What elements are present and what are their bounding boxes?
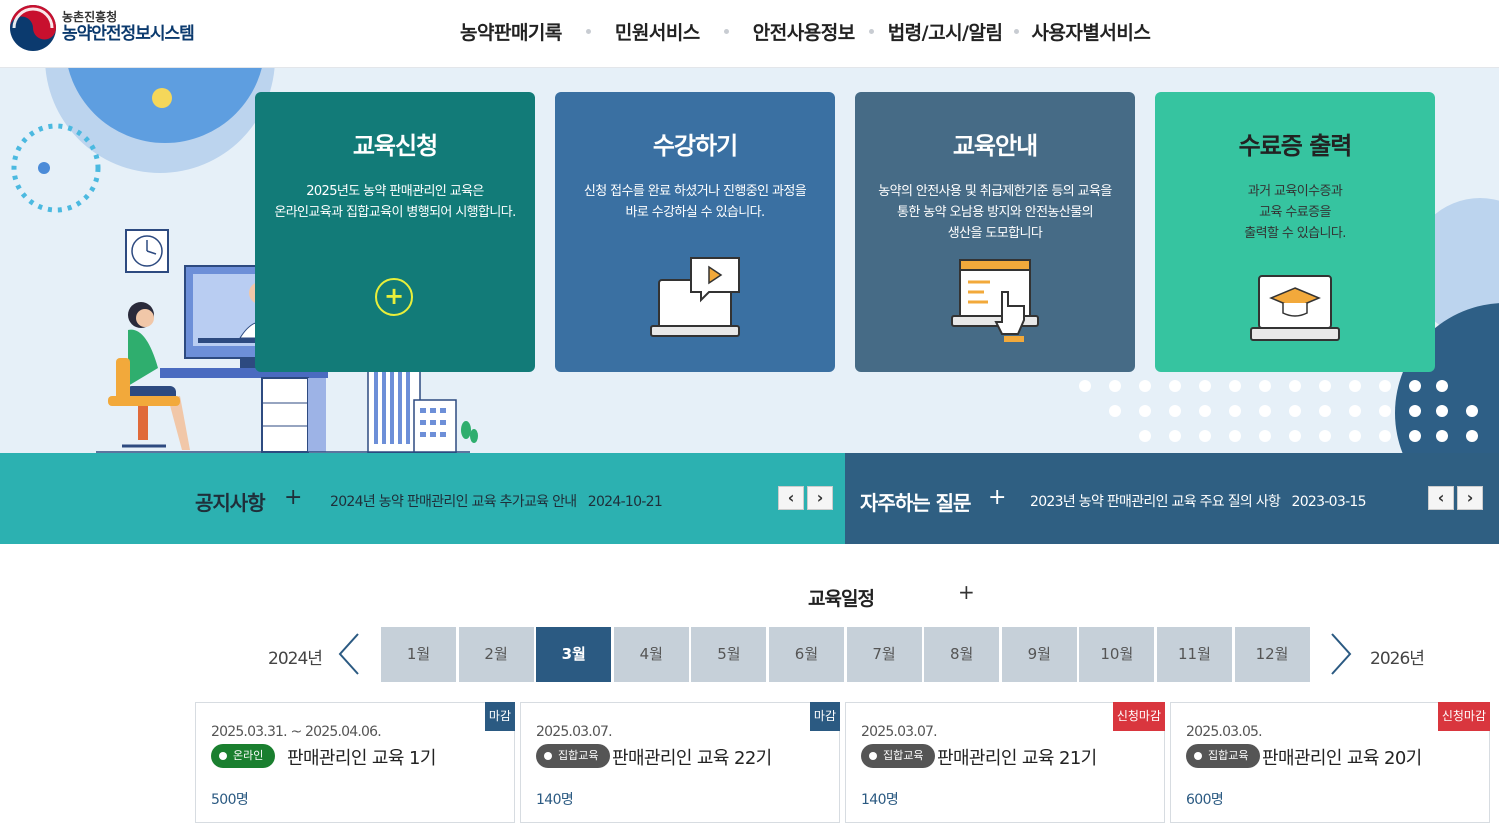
event-date: 2025.03.05. — [1186, 724, 1263, 740]
card-title: 수료증 출력 — [1238, 132, 1353, 160]
month-tab-5[interactable]: 5월 — [691, 627, 767, 682]
month-tab-8[interactable]: 8월 — [924, 627, 1000, 682]
event-card[interactable]: 마감 2025.03.07. 집합교육 판매관리인 교육 22기 140명 — [520, 702, 840, 823]
faq-title: 자주하는 질문 — [860, 491, 971, 515]
event-name: 판매관리인 교육 21기 — [937, 748, 1097, 769]
event-name: 판매관리인 교육 22기 — [612, 748, 772, 769]
event-type-badge: 집합교육 — [1186, 744, 1261, 768]
faq-more-button[interactable]: + — [988, 485, 1006, 510]
laptop-play-icon — [555, 254, 835, 346]
event-type-badge: 집합교육 — [536, 744, 611, 768]
event-capacity: 140명 — [536, 792, 574, 808]
faq-item-date: 2023-03-15 — [1291, 494, 1366, 510]
month-tab-10[interactable]: 10월 — [1079, 627, 1155, 682]
card-description: 신청 접수를 완료 하셨거나 진행중인 과정을 바로 수강하실 수 있습니다. — [583, 184, 807, 220]
notice-bar: 공지사항 + 2024년 농약 판매관리인 교육 추가교육 안내 2024-10… — [0, 453, 845, 544]
card-title: 교육신청 — [352, 132, 438, 160]
status-badge: 마감 — [809, 702, 840, 731]
nav-item-pesticide-sales[interactable]: 농약판매기록 — [460, 18, 562, 45]
event-type-badge: 온라인 — [211, 744, 276, 768]
month-tab-1[interactable]: 1월 — [381, 627, 456, 682]
system-name: 농약안전정보시스템 — [62, 24, 195, 45]
card-title: 교육안내 — [952, 132, 1038, 160]
event-capacity: 140명 — [861, 792, 899, 808]
faq-item-title: 2023년 농약 판매관리인 교육 주요 질의 사항 — [1030, 494, 1281, 510]
card-education-guide[interactable]: 교육안내 농약의 안전사용 및 취급제한기준 등의 교육을 통한 농약 오남용 방… — [855, 92, 1135, 372]
status-badge: 마감 — [484, 702, 515, 731]
notice-item-date: 2024-10-21 — [587, 494, 663, 510]
taegeuk-logo-icon — [10, 5, 56, 51]
touch-screen-icon — [855, 258, 1135, 348]
notice-item-title: 2024년 농약 판매관리인 교육 추가교육 안내 — [330, 494, 577, 510]
status-badge: 신청마감 — [1112, 702, 1165, 731]
chevron-right-icon[interactable] — [1328, 632, 1354, 676]
schedule-title: 교육일정 — [808, 588, 875, 610]
event-capacity: 500명 — [211, 792, 249, 808]
site-logo[interactable]: 농촌진흥청 농약안전정보시스템 — [8, 4, 195, 52]
nav-item-user-services[interactable]: 사용자별서비스 — [1031, 18, 1150, 45]
next-year-link[interactable]: 2026년 — [1370, 644, 1425, 669]
faq-prev-button[interactable]: ‹ — [1428, 486, 1454, 510]
prev-year-link[interactable]: 2024년 — [268, 644, 323, 669]
card-title: 수강하기 — [652, 132, 738, 160]
card-certificate-print[interactable]: 수료증 출력 과거 교육이수증과 교육 수료증을 출력할 수 있습니다. — [1155, 92, 1435, 372]
nav-separator — [1014, 29, 1020, 34]
card-description: 과거 교육이수증과 교육 수료증을 출력할 수 있습니다. — [1244, 184, 1346, 241]
event-card[interactable]: 신청마감 2025.03.05. 집합교육 판매관리인 교육 20기 600명 — [1170, 702, 1490, 823]
notice-prev-button[interactable]: ‹ — [778, 486, 804, 510]
hero-section: 교육신청 2025년도 농약 판매관리인 교육은 온라인교육과 집합교육이 병행되… — [0, 68, 1499, 453]
month-tab-4[interactable]: 4월 — [613, 627, 689, 682]
card-description: 2025년도 농약 판매관리인 교육은 온라인교육과 집합교육이 병행되어 시행합… — [274, 184, 516, 220]
event-name: 판매관리인 교육 20기 — [1262, 748, 1422, 769]
card-take-course[interactable]: 수강하기 신청 접수를 완료 하셨거나 진행중인 과정을 바로 수강하실 수 있습… — [555, 92, 835, 372]
month-tab-2[interactable]: 2월 — [458, 627, 534, 682]
month-tab-12[interactable]: 12월 — [1234, 627, 1310, 682]
notice-pager: ‹ › — [778, 486, 836, 510]
notice-next-button[interactable]: › — [807, 486, 833, 510]
card-description: 농약의 안전사용 및 취급제한기준 등의 교육을 통한 농약 오남용 방지와 안전… — [878, 184, 1112, 241]
nav-separator — [723, 29, 729, 34]
event-capacity: 600명 — [1186, 792, 1224, 808]
month-tab-11[interactable]: 11월 — [1156, 627, 1232, 682]
nav-item-laws[interactable]: 법령/고시/알림 — [888, 18, 1003, 45]
event-card[interactable]: 마감 2025.03.31. ~ 2025.04.06. 온라인 판매관리인 교… — [195, 702, 515, 823]
faq-pager: ‹ › — [1428, 486, 1486, 510]
graduation-cap-laptop-icon — [1155, 272, 1435, 346]
faq-item[interactable]: 2023년 농약 판매관리인 교육 주요 질의 사항 2023-03-15 — [1030, 491, 1367, 511]
nav-item-safety-info[interactable]: 안전사용정보 — [753, 18, 855, 45]
month-tab-3[interactable]: 3월 — [536, 627, 612, 682]
plus-circle-icon[interactable]: + — [375, 278, 413, 316]
chevron-left-icon[interactable] — [336, 632, 362, 676]
event-card[interactable]: 신청마감 2025.03.07. 집합교육 판매관리인 교육 21기 140명 — [845, 702, 1165, 823]
faq-bar: 자주하는 질문 + 2023년 농약 판매관리인 교육 주요 질의 사항 202… — [845, 453, 1499, 544]
event-type-badge: 집합교육 — [861, 744, 936, 768]
site-header: 농촌진흥청 농약안전정보시스템 농약판매기록 민원서비스 안전사용정보 법령/고… — [0, 0, 1499, 68]
nav-separator — [585, 29, 591, 34]
event-date: 2025.03.07. — [861, 724, 938, 740]
main-nav: 농약판매기록 민원서비스 안전사용정보 법령/고시/알림 사용자별서비스 — [460, 18, 1151, 45]
faq-next-button[interactable]: › — [1457, 486, 1483, 510]
schedule-more-button[interactable]: + — [958, 580, 975, 604]
status-badge: 신청마감 — [1437, 702, 1490, 731]
month-tab-9[interactable]: 9월 — [1001, 627, 1077, 682]
nav-item-civil-service[interactable]: 민원서비스 — [615, 18, 700, 45]
notice-title: 공지사항 — [195, 491, 266, 515]
event-name: 판매관리인 교육 1기 — [287, 748, 436, 769]
month-tabs: 1월 2월 3월 4월 5월 6월 7월 8월 9월 10월 11월 12월 — [381, 627, 1310, 682]
notice-item[interactable]: 2024년 농약 판매관리인 교육 추가교육 안내 2024-10-21 — [330, 491, 663, 511]
month-tab-6[interactable]: 6월 — [768, 627, 844, 682]
nav-separator — [868, 29, 874, 34]
month-tab-7[interactable]: 7월 — [846, 627, 922, 682]
notice-more-button[interactable]: + — [284, 485, 302, 510]
event-date: 2025.03.31. ~ 2025.04.06. — [211, 724, 382, 740]
event-date: 2025.03.07. — [536, 724, 613, 740]
card-apply-education[interactable]: 교육신청 2025년도 농약 판매관리인 교육은 온라인교육과 집합교육이 병행되… — [255, 92, 535, 372]
